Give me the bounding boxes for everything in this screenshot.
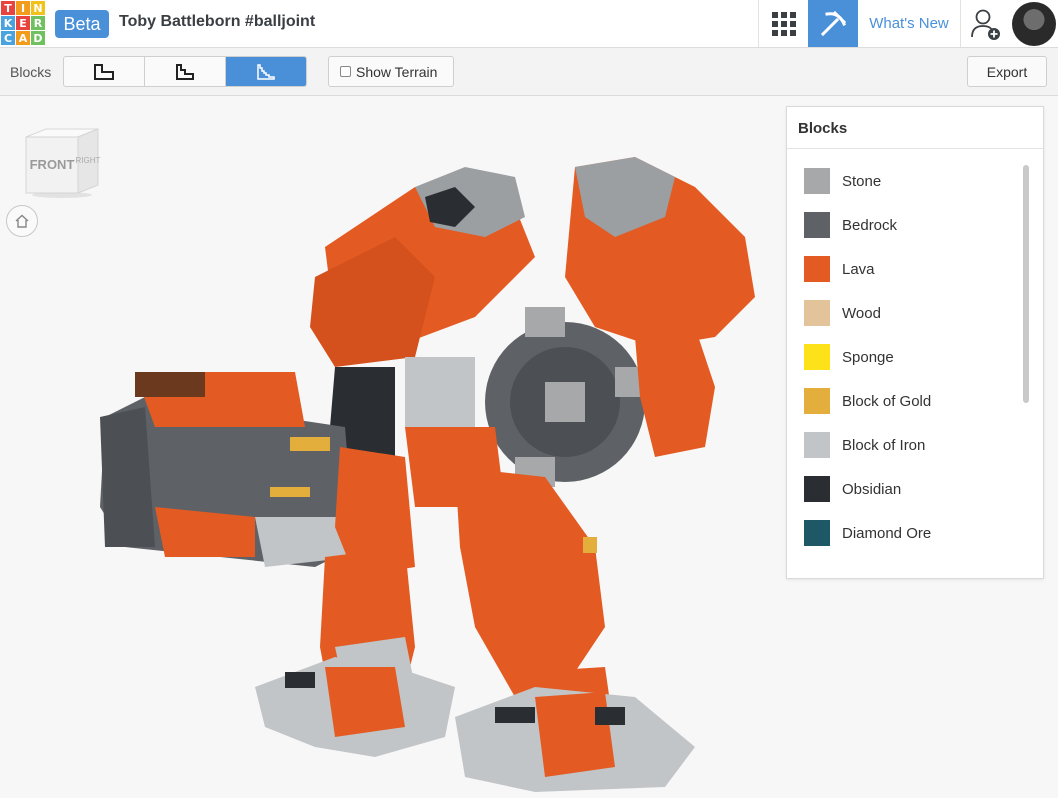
show-terrain-toggle[interactable]: Show Terrain [328, 56, 454, 87]
cannon-gold-stripe [290, 437, 330, 451]
logo-letter: R [31, 16, 45, 30]
user-avatar[interactable] [1012, 2, 1056, 46]
add-user-icon [970, 9, 1000, 40]
blocks-label: Blocks [10, 64, 52, 80]
block-item-sponge[interactable]: Sponge [787, 335, 1017, 379]
block-swatch [804, 476, 830, 502]
viewcube-front-label: FRONT [30, 157, 75, 172]
block-label: Block of Gold [842, 392, 932, 410]
right-leg [455, 467, 605, 697]
block-item-diamond-ore[interactable]: Diamond Ore [787, 511, 1017, 555]
block-label: Block of Iron [842, 436, 926, 454]
block-item-wood[interactable]: Wood [787, 291, 1017, 335]
block-swatch [804, 168, 830, 194]
block-label: Wood [842, 304, 881, 322]
cannon-wood [135, 372, 205, 397]
logo-letter: C [1, 31, 15, 45]
logo-letter: I [16, 1, 30, 15]
foot-dark-block [285, 672, 315, 688]
blocks-panel: Blocks Stone Bedrock Lava Wood Sponge Bl… [786, 106, 1044, 579]
whats-new-link[interactable]: What's New [858, 0, 960, 47]
small-steps-icon [257, 63, 275, 80]
resolution-large-button[interactable] [64, 57, 145, 86]
block-label: Lava [842, 260, 875, 278]
voxel-robot-model[interactable] [95, 127, 775, 797]
right-foot-core [535, 692, 615, 777]
viewcube[interactable]: FRONT RIGHT [22, 127, 102, 199]
logo-letter: A [16, 31, 30, 45]
tinkercad-logo[interactable]: T I N K E R C A D [0, 0, 46, 46]
block-item-gold[interactable]: Block of Gold [787, 379, 1017, 423]
toolbar: Blocks Show Terrain Export [0, 48, 1058, 96]
foot-dark-block [495, 707, 535, 723]
block-label: Sponge [842, 348, 894, 366]
block-swatch [804, 520, 830, 546]
block-swatch [804, 388, 830, 414]
block-item-lava[interactable]: Lava [787, 247, 1017, 291]
block-resolution-selector [63, 56, 307, 87]
foot-dark-block [595, 707, 625, 725]
minecraft-mode-button[interactable] [808, 0, 858, 47]
right-arm [635, 327, 715, 457]
blocks-panel-title: Blocks [787, 107, 1043, 149]
apps-grid-button[interactable] [758, 0, 808, 47]
block-label: Stone [842, 172, 882, 190]
blocks-scrollbar[interactable] [1023, 165, 1029, 403]
medium-steps-icon [176, 63, 194, 80]
resolution-medium-button[interactable] [145, 57, 226, 86]
grinder-hub [545, 382, 585, 422]
resolution-small-button[interactable] [226, 57, 306, 86]
block-swatch [804, 344, 830, 370]
block-item-bedrock[interactable]: Bedrock [787, 203, 1017, 247]
block-label: Diamond Ore [842, 524, 932, 542]
show-terrain-checkbox[interactable] [340, 66, 351, 77]
block-item-iron[interactable]: Block of Iron [787, 423, 1017, 467]
block-swatch [804, 256, 830, 282]
block-label: Bedrock [842, 216, 898, 234]
cannon-gold-stripe [270, 487, 310, 497]
home-icon [15, 214, 29, 228]
top-header: T I N K E R C A D Beta Toby Battleborn #… [0, 0, 1058, 48]
chest-core [405, 357, 475, 427]
logo-letter: D [31, 31, 45, 45]
beta-badge: Beta [55, 10, 109, 38]
show-terrain-label: Show Terrain [356, 63, 438, 80]
logo-letter: N [31, 1, 45, 15]
block-swatch [804, 300, 830, 326]
home-view-button[interactable] [6, 205, 38, 237]
grinder-tooth [525, 307, 565, 337]
left-foot-core [325, 667, 405, 737]
pickaxe-icon [820, 10, 847, 36]
block-swatch [804, 212, 830, 238]
logo-letter: K [1, 16, 15, 30]
blocks-list: Stone Bedrock Lava Wood Sponge Block of … [787, 159, 1017, 555]
grid-icon [771, 11, 796, 36]
logo-letter: E [16, 16, 30, 30]
knee-gold [583, 537, 597, 553]
block-swatch [804, 432, 830, 458]
block-item-stone[interactable]: Stone [787, 159, 1017, 203]
logo-letter: T [1, 1, 15, 15]
large-steps-icon [94, 63, 114, 80]
3d-viewport[interactable]: FRONT RIGHT Blocks Stone Bedrock Lava Wo… [0, 97, 1058, 798]
design-title[interactable]: Toby Battleborn #balljoint [119, 13, 315, 31]
add-user-button[interactable] [960, 0, 1010, 47]
export-button[interactable]: Export [967, 56, 1047, 87]
block-label: Obsidian [842, 480, 902, 498]
block-item-obsidian[interactable]: Obsidian [787, 467, 1017, 511]
